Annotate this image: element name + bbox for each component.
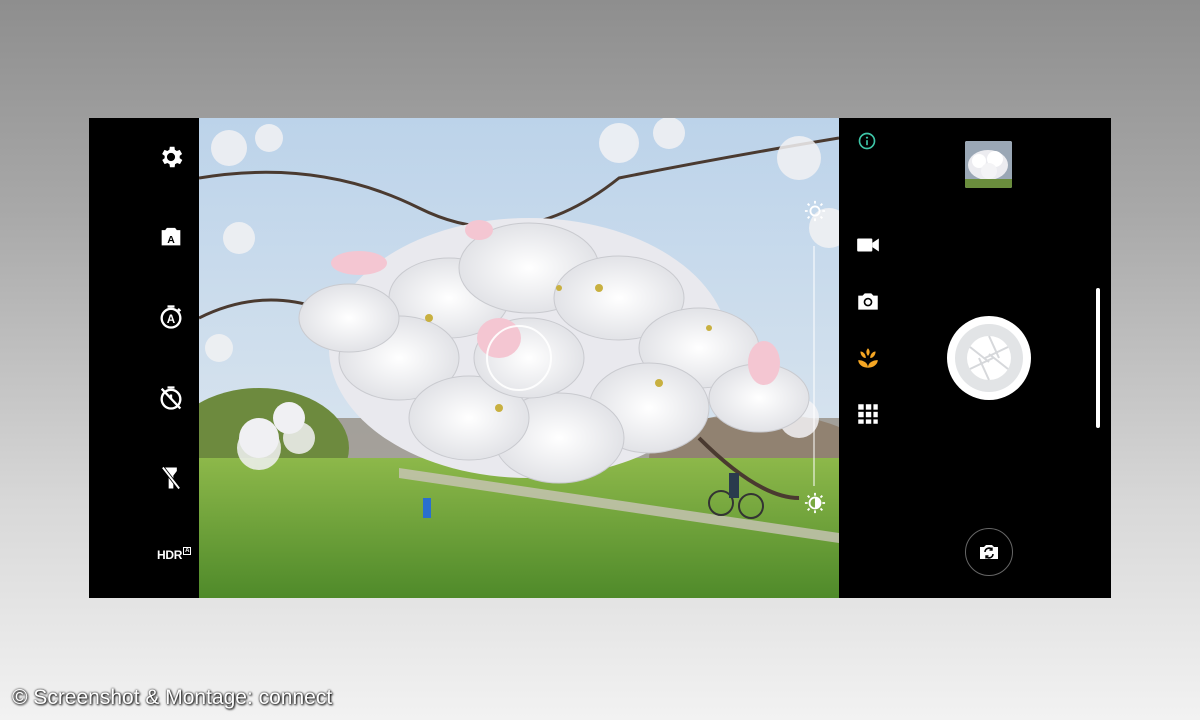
switch-camera-icon [980, 545, 998, 559]
settings-gear-icon[interactable] [157, 143, 185, 171]
timer-off-icon[interactable] [157, 384, 185, 412]
info-icon[interactable] [857, 131, 877, 151]
brightness-high-icon [804, 200, 826, 222]
svg-text:A: A [167, 313, 176, 326]
switch-camera-button[interactable] [965, 528, 1013, 576]
right-control-panel [839, 118, 1111, 598]
shutter-aperture-icon [955, 324, 1023, 392]
camera-app-screen: A A HDR A [89, 118, 1111, 598]
hdr-auto-badge: A [183, 547, 192, 555]
brightness-low-icon [804, 492, 826, 514]
hdr-button[interactable]: HDR A [157, 547, 192, 562]
photo-camera-icon[interactable] [855, 288, 881, 314]
shutter-button[interactable] [947, 316, 1031, 400]
macro-flower-icon[interactable] [855, 345, 881, 371]
auto-scene-icon[interactable]: A [157, 222, 185, 250]
flash-off-icon[interactable] [157, 464, 185, 492]
svg-text:A: A [167, 234, 175, 246]
image-credit: © Screenshot & Montage: connect [12, 686, 333, 709]
exposure-slider[interactable] [813, 246, 815, 486]
auto-timer-icon[interactable]: A [157, 303, 185, 331]
video-camera-icon[interactable] [855, 232, 881, 258]
gallery-thumbnail[interactable] [965, 141, 1012, 188]
more-modes-grid-icon[interactable] [855, 401, 881, 427]
mode-scroll-indicator [1096, 288, 1100, 428]
left-toolbar: A A HDR A [89, 118, 199, 598]
camera-viewfinder[interactable] [199, 118, 839, 598]
hdr-label: HDR [157, 548, 183, 562]
focus-ring [486, 325, 552, 391]
